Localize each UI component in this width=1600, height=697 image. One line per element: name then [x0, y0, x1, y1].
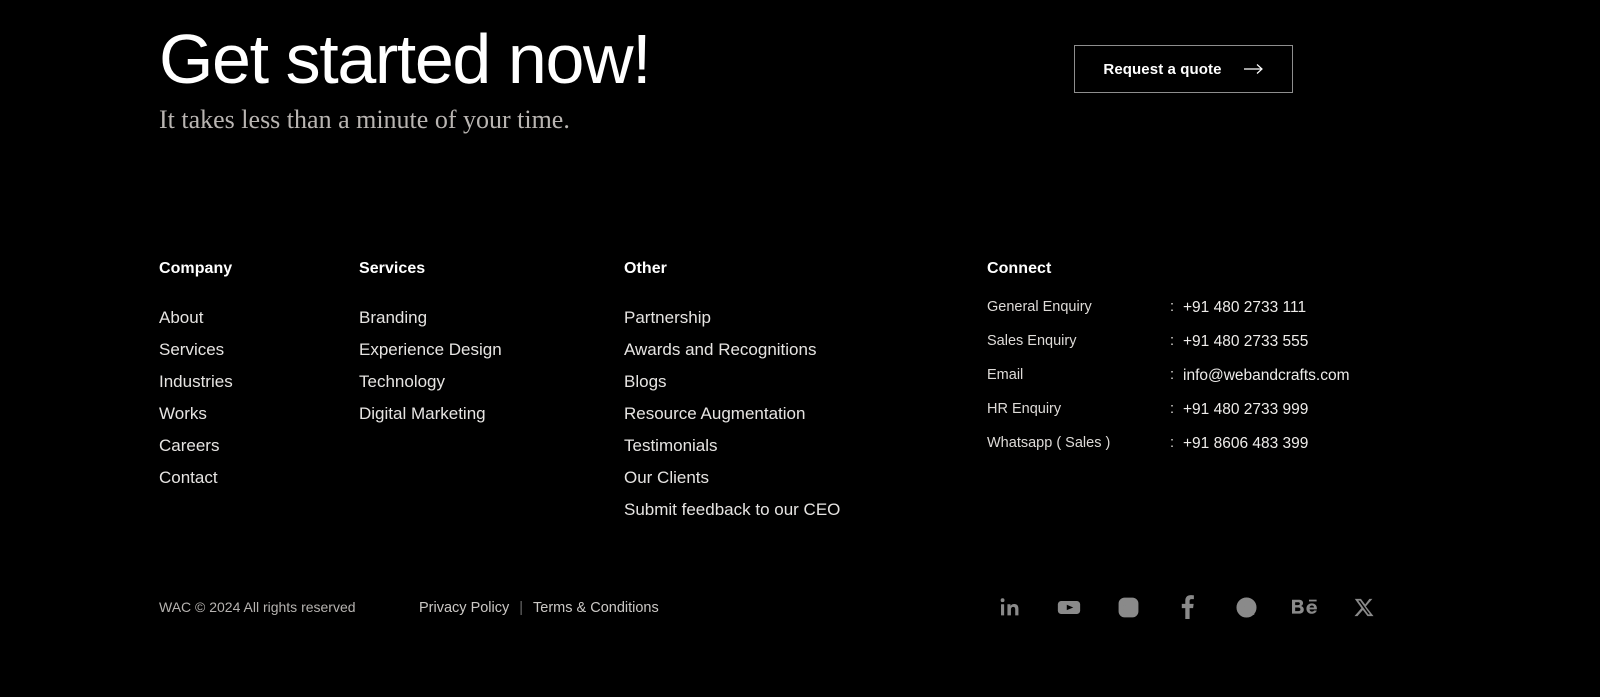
connect-value-general-enquiry[interactable]: +91 480 2733 111	[1183, 298, 1350, 332]
connect-row-sales-enquiry: Sales Enquiry : +91 480 2733 555	[987, 332, 1350, 366]
connect-row-whatsapp-sales: Whatsapp ( Sales ) : +91 8606 483 399	[987, 434, 1350, 468]
link-services[interactable]: Services	[159, 334, 233, 366]
link-branding[interactable]: Branding	[359, 302, 502, 334]
connect-label-hr-enquiry: HR Enquiry	[987, 401, 1062, 417]
connect-colon: :	[1170, 299, 1175, 315]
footer-column-connect: Connect General Enquiry : +91 480 2733 1…	[987, 258, 1350, 468]
link-about[interactable]: About	[159, 302, 233, 334]
social-links	[995, 592, 1379, 622]
connect-label-email: Email	[987, 367, 1024, 383]
privacy-policy-link[interactable]: Privacy Policy	[419, 598, 509, 618]
column-heading-other: Other	[624, 260, 667, 277]
link-testimonials[interactable]: Testimonials	[624, 430, 840, 462]
legal-separator: |	[519, 600, 524, 616]
terms-and-conditions-link[interactable]: Terms & Conditions	[533, 598, 659, 618]
linkedin-icon[interactable]	[995, 592, 1025, 622]
column-heading-connect: Connect	[987, 260, 1052, 277]
behance-icon[interactable]	[1290, 592, 1320, 622]
link-blogs[interactable]: Blogs	[624, 366, 840, 398]
connect-row-hr-enquiry: HR Enquiry : +91 480 2733 999	[987, 400, 1350, 434]
arrow-right-icon	[1243, 63, 1264, 75]
link-industries[interactable]: Industries	[159, 366, 233, 398]
link-digital-marketing[interactable]: Digital Marketing	[359, 398, 502, 430]
footer-page: Get started now! It takes less than a mi…	[0, 0, 1600, 697]
connect-value-whatsapp-sales[interactable]: +91 8606 483 399	[1183, 434, 1350, 468]
connect-value-email[interactable]: info@webandcrafts.com	[1183, 366, 1350, 400]
other-link-list: Partnership Awards and Recognitions Blog…	[624, 302, 840, 526]
footer-column-services: Services Branding Experience Design Tech…	[359, 258, 502, 430]
link-resource-augmentation[interactable]: Resource Augmentation	[624, 398, 840, 430]
company-link-list: About Services Industries Works Careers …	[159, 302, 233, 494]
copyright-text: WAC © 2024 All rights reserved	[159, 599, 356, 615]
link-careers[interactable]: Careers	[159, 430, 233, 462]
youtube-icon[interactable]	[1054, 592, 1084, 622]
connect-colon: :	[1170, 367, 1175, 383]
request-a-quote-label: Request a quote	[1103, 60, 1222, 78]
connect-label-whatsapp-sales: Whatsapp ( Sales )	[987, 435, 1111, 451]
dribbble-icon[interactable]	[1231, 592, 1261, 622]
link-partnership[interactable]: Partnership	[624, 302, 840, 334]
services-link-list: Branding Experience Design Technology Di…	[359, 302, 502, 430]
legal-links: Privacy Policy | Terms & Conditions	[419, 598, 659, 618]
connect-value-hr-enquiry[interactable]: +91 480 2733 999	[1183, 400, 1350, 434]
instagram-icon[interactable]	[1113, 592, 1143, 622]
link-technology[interactable]: Technology	[359, 366, 502, 398]
connect-value-sales-enquiry[interactable]: +91 480 2733 555	[1183, 332, 1350, 366]
column-heading-services: Services	[359, 260, 426, 277]
footer-column-other: Other Partnership Awards and Recognition…	[624, 258, 840, 526]
connect-label-sales-enquiry: Sales Enquiry	[987, 333, 1077, 349]
connect-row-email: Email : info@webandcrafts.com	[987, 366, 1350, 400]
link-works[interactable]: Works	[159, 398, 233, 430]
link-contact[interactable]: Contact	[159, 462, 233, 494]
x-twitter-icon[interactable]	[1349, 592, 1379, 622]
footer-column-company: Company About Services Industries Works …	[159, 258, 233, 494]
facebook-icon[interactable]	[1172, 592, 1202, 622]
link-experience-design[interactable]: Experience Design	[359, 334, 502, 366]
link-awards-and-recognitions[interactable]: Awards and Recognitions	[624, 334, 840, 366]
connect-colon: :	[1170, 401, 1175, 417]
cta-subtitle: It takes less than a minute of your time…	[159, 105, 570, 134]
connect-details-table: General Enquiry : +91 480 2733 111 Sales…	[987, 298, 1350, 468]
footer-bottom-bar: WAC © 2024 All rights reserved Privacy P…	[0, 592, 1600, 632]
connect-label-general-enquiry: General Enquiry	[987, 299, 1092, 315]
connect-colon: :	[1170, 435, 1175, 451]
connect-colon: :	[1170, 333, 1175, 349]
request-a-quote-button[interactable]: Request a quote	[1074, 45, 1293, 93]
link-our-clients[interactable]: Our Clients	[624, 462, 840, 494]
column-heading-company: Company	[159, 260, 233, 277]
link-submit-feedback-to-our-ceo[interactable]: Submit feedback to our CEO	[624, 494, 840, 526]
connect-row-general-enquiry: General Enquiry : +91 480 2733 111	[987, 298, 1350, 332]
